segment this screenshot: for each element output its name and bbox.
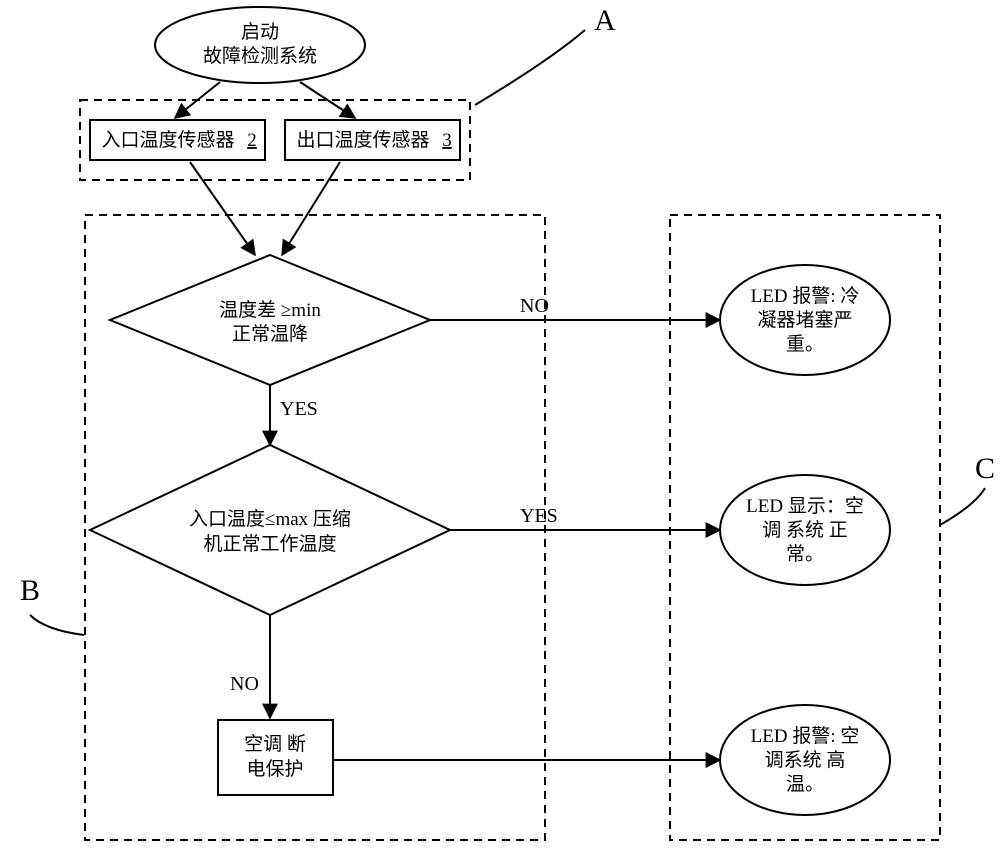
start-text-l1: 启动 — [241, 21, 279, 43]
out3-l2: 调系统 高 — [765, 749, 846, 771]
out1-l2: 凝器堵塞严 — [757, 309, 852, 331]
out3-l1: LED 报警: 空 — [751, 725, 860, 747]
dec1-no-text: NO — [520, 295, 549, 317]
dec2-no-text: NO — [230, 673, 259, 695]
dec1-l1: 温度差 ≥min — [219, 299, 321, 321]
inlet-sensor-num: 2 — [247, 130, 257, 151]
dec2-yes-text: YES — [520, 505, 558, 527]
arrow-inlet-to-dec1 — [190, 162, 255, 255]
out2-l2: 调 系统 正 — [762, 519, 848, 541]
label-c-curve — [940, 488, 985, 525]
dec2-l2: 机正常工作温度 — [203, 533, 336, 555]
inlet-sensor-text: 入口温度传感器 — [101, 129, 234, 151]
dec1-l2: 正常温降 — [232, 323, 308, 345]
out2-l3: 常。 — [786, 543, 824, 565]
decision-2 — [90, 445, 450, 615]
protect-box — [218, 720, 333, 795]
protect-l2: 电保护 — [246, 758, 303, 780]
label-c: C — [975, 452, 995, 485]
label-b: B — [20, 574, 40, 607]
out2-l1: LED 显示：空 — [746, 495, 864, 517]
start-ellipse — [155, 7, 365, 83]
dec2-l1: 入口温度≤max 压缩 — [189, 508, 351, 530]
dec1-yes-text: YES — [280, 398, 318, 420]
label-a: A — [594, 4, 616, 37]
start-text-l2: 故障检测系统 — [203, 45, 317, 67]
out3-l3: 温。 — [786, 773, 824, 795]
outlet-sensor-text: 出口温度传感器 — [296, 129, 429, 151]
outlet-sensor-num: 3 — [442, 130, 452, 151]
out1-l1: LED 报警: 冷 — [751, 285, 860, 307]
out1-l3: 重。 — [786, 333, 824, 355]
label-a-curve — [475, 30, 585, 105]
arrow-outlet-to-dec1 — [282, 162, 340, 255]
label-b-curve — [30, 615, 84, 635]
protect-l1: 空调 断 — [244, 733, 306, 755]
